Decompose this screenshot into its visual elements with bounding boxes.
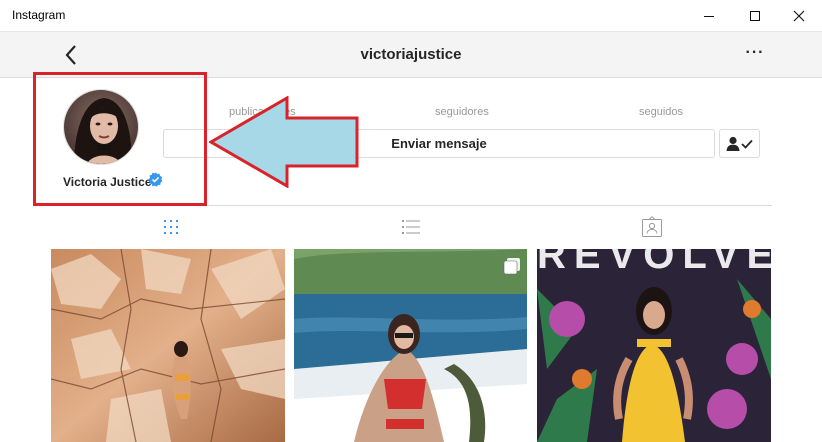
following-toggle-button[interactable]: [719, 129, 760, 158]
following-stat-label[interactable]: seguidos: [639, 106, 683, 118]
window-title: Instagram: [12, 8, 66, 22]
send-message-label: Enviar mensaje: [391, 136, 487, 151]
tagged-icon: [642, 216, 662, 237]
post-thumbnail-2[interactable]: [294, 249, 527, 442]
follow-check-icon: [726, 136, 753, 151]
multi-photo-icon: [503, 257, 521, 275]
minimize-button[interactable]: [686, 0, 732, 32]
minimize-icon: [704, 15, 714, 17]
close-button[interactable]: [776, 0, 822, 32]
more-options-button[interactable]: ···: [740, 44, 770, 64]
annotation-highlight-box: [33, 72, 207, 206]
profile-tabs: [50, 205, 772, 247]
grid-icon: [164, 220, 178, 234]
tab-grid[interactable]: [159, 216, 183, 238]
close-icon: [793, 10, 805, 22]
maximize-button[interactable]: [732, 0, 778, 32]
profile-username: victoriajustice: [360, 46, 462, 63]
tab-list[interactable]: [399, 216, 423, 238]
post-thumbnail-1[interactable]: [51, 249, 285, 442]
tab-tagged[interactable]: [640, 216, 664, 238]
revolve-watermark: REVOLVE: [537, 249, 771, 277]
window-titlebar: Instagram: [0, 0, 822, 32]
post-thumbnail-3[interactable]: REVOLVE: [537, 249, 771, 442]
annotation-arrow-icon: [209, 96, 359, 188]
list-icon: [402, 220, 420, 234]
followers-stat-label[interactable]: seguidores: [435, 106, 489, 118]
maximize-icon: [750, 11, 760, 21]
